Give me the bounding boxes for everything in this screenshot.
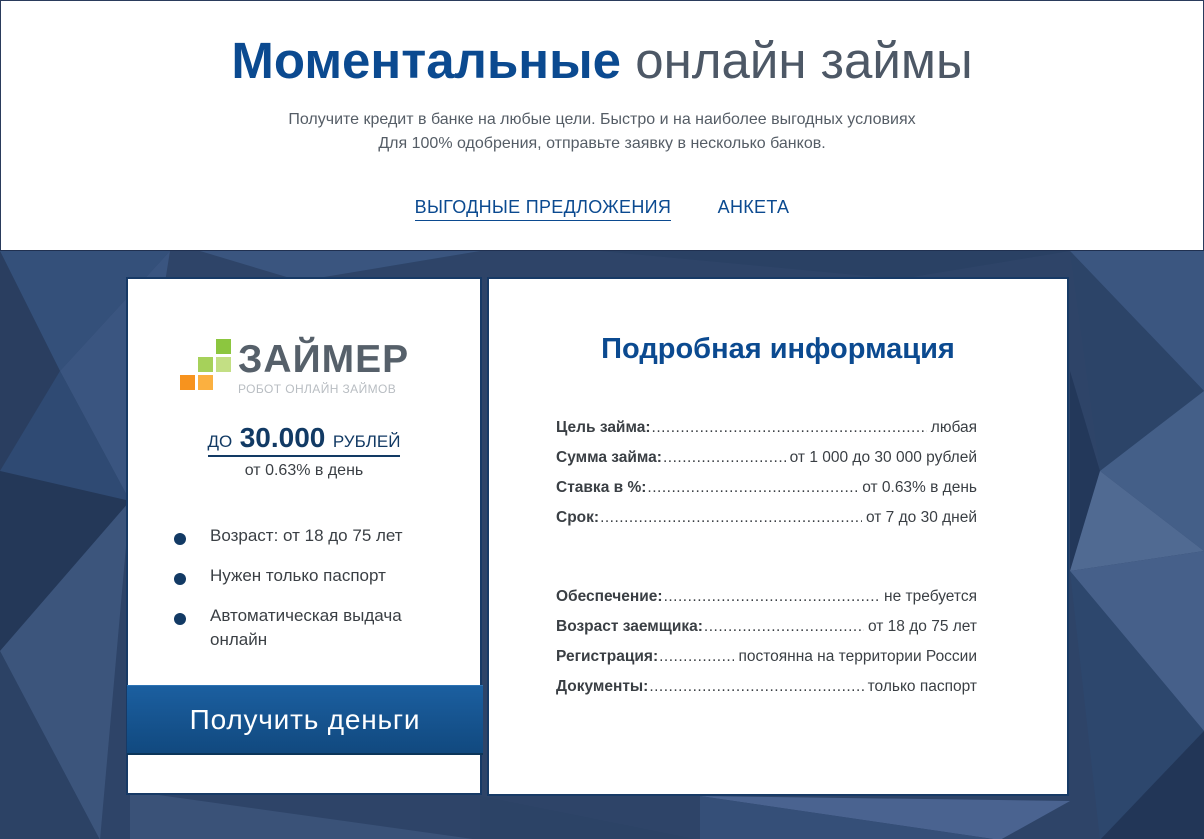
- nav-offers-link[interactable]: ВЫГОДНЫЕ ПРЕДЛОЖЕНИЯ: [414, 197, 672, 221]
- feature-item: Нужен только паспорт: [172, 564, 462, 588]
- logo-name: ЗАЙМЕР: [238, 338, 410, 381]
- details-group-2: Обеспечение:не требуется Возраст заемщик…: [556, 588, 977, 708]
- get-money-button[interactable]: Получить деньги: [127, 685, 483, 755]
- detail-row-documents: Документы:только паспорт: [556, 678, 977, 708]
- bullet-icon: [174, 573, 186, 585]
- amount-suffix: РУБЛЕЙ: [332, 432, 401, 451]
- subtitle-line-1: Получите кредит в банке на любые цели. Б…: [288, 111, 916, 128]
- feature-item: Возраст: от 18 до 75 лет: [172, 524, 462, 548]
- offer-card: ЗАЙМЕР РОБОТ ОНЛАЙН ЗАЙМОВ ДО 30.000 РУБ…: [126, 277, 483, 795]
- loan-amount: ДО 30.000 РУБЛЕЙ: [128, 422, 480, 457]
- detail-row-rate: Ставка в %:от 0.63% в день: [556, 479, 977, 509]
- feature-list: Возраст: от 18 до 75 лет Нужен только па…: [172, 524, 462, 668]
- detail-row-amount: Сумма займа:от 1 000 до 30 000 рублей: [556, 449, 977, 479]
- amount-value: 30.000: [239, 422, 326, 453]
- main-nav: ВЫГОДНЫЕ ПРЕДЛОЖЕНИЯ АНКЕТА: [1, 197, 1203, 221]
- bullet-icon: [174, 613, 186, 625]
- detail-row-registration: Регистрация:постоянна на территории Росс…: [556, 648, 977, 678]
- page-subtitle: Получите кредит в банке на любые цели. Б…: [1, 108, 1203, 156]
- zaimer-logo: ЗАЙМЕР РОБОТ ОНЛАЙН ЗАЙМОВ: [180, 337, 420, 397]
- subtitle-line-2: Для 100% одобрения, отправьте заявку в н…: [378, 135, 826, 152]
- page-header: Моментальные онлайн займы Получите креди…: [0, 0, 1204, 250]
- title-bold: Моментальные: [231, 32, 622, 89]
- zaimer-logo-icon: [180, 339, 231, 390]
- details-card: Подробная информация Цель займа:любая Су…: [487, 277, 1069, 796]
- details-group-1: Цель займа:любая Сумма займа:от 1 000 до…: [556, 419, 977, 539]
- amount-prefix: ДО: [207, 432, 233, 451]
- title-light: онлайн займы: [635, 32, 973, 89]
- feature-item: Автоматическая выдача онлайн: [172, 604, 462, 652]
- detail-row-collateral: Обеспечение:не требуется: [556, 588, 977, 618]
- detail-row-term: Срок:от 7 до 30 дней: [556, 509, 977, 539]
- detail-row-age: Возраст заемщика:от 18 до 75 лет: [556, 618, 977, 648]
- logo-tagline: РОБОТ ОНЛАЙН ЗАЙМОВ: [238, 382, 397, 396]
- bullet-icon: [174, 533, 186, 545]
- page-title: Моментальные онлайн займы: [1, 31, 1203, 91]
- nav-form-link[interactable]: АНКЕТА: [718, 197, 790, 220]
- loan-rate: от 0.63% в день: [244, 462, 364, 479]
- details-title: Подробная информация: [601, 333, 955, 365]
- detail-row-purpose: Цель займа:любая: [556, 419, 977, 449]
